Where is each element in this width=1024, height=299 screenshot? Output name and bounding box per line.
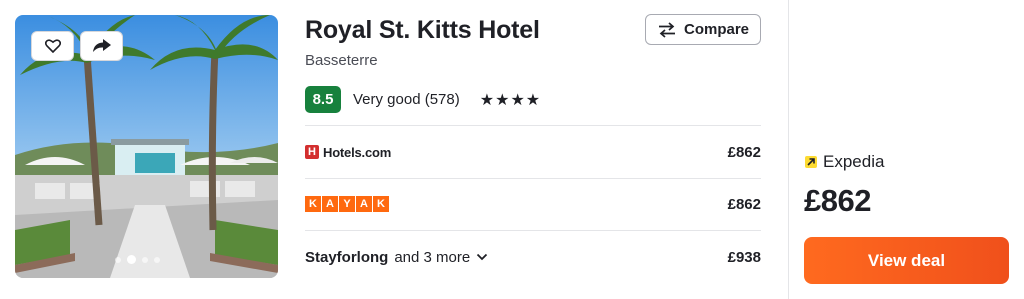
photo-carousel-dots[interactable] — [115, 255, 160, 264]
carousel-dot[interactable] — [115, 256, 121, 263]
review-score-badge: 8.5 — [305, 86, 341, 113]
divider — [305, 125, 761, 126]
hotels-com-icon: H — [305, 145, 319, 159]
view-deal-button[interactable]: View deal — [804, 237, 1009, 284]
hotel-location: Basseterre — [305, 52, 378, 69]
review-score-label: Very good (578) — [353, 91, 460, 108]
offer-provider: Stayforlong — [305, 248, 389, 266]
hotel-photo[interactable] — [15, 15, 278, 278]
offer-provider: Hotels.com — [323, 144, 392, 160]
offer-price: £862 — [727, 195, 761, 213]
kayak-logo: K A Y A K — [305, 196, 389, 212]
kayak-logo-letter: Y — [339, 196, 355, 212]
carousel-dot[interactable] — [154, 256, 160, 263]
offer-row-hotels-com[interactable]: H Hotels.com £862 — [305, 137, 761, 167]
expedia-arrow-icon — [807, 158, 815, 166]
kayak-logo-letter: A — [322, 196, 338, 212]
kayak-logo-letter: A — [356, 196, 372, 212]
chevron-down-icon — [477, 253, 488, 261]
rating-row: 8.5 Very good (578) ★★★★ — [305, 86, 541, 113]
divider — [305, 230, 761, 231]
favorite-button[interactable] — [31, 31, 74, 61]
kayak-logo-letter: K — [373, 196, 389, 212]
best-deal-price: £862 — [804, 183, 871, 218]
compare-arrows-icon — [658, 21, 675, 38]
expedia-icon — [805, 156, 817, 168]
offer-row-kayak[interactable]: K A Y A K £862 — [305, 189, 761, 219]
panel-divider — [788, 0, 789, 299]
kayak-logo-letter: K — [305, 196, 321, 212]
heart-icon — [44, 39, 61, 53]
best-deal-provider: Expedia — [805, 152, 884, 172]
share-icon — [92, 39, 111, 52]
carousel-dot-active[interactable] — [127, 255, 136, 264]
offer-price: £862 — [727, 143, 761, 161]
offer-price: £938 — [727, 248, 761, 266]
compare-button[interactable]: Compare — [645, 14, 761, 45]
deal-provider-name: Expedia — [823, 152, 885, 171]
star-rating: ★★★★ — [479, 91, 542, 109]
divider — [305, 178, 761, 179]
hotel-result-card[interactable]: Royal St. Kitts Hotel Basseterre 8.5 Ver… — [0, 0, 1024, 299]
hotels-com-logo: H Hotels.com — [305, 145, 391, 160]
hotel-name[interactable]: Royal St. Kitts Hotel — [305, 16, 540, 45]
compare-label: Compare — [683, 21, 750, 38]
carousel-dot[interactable] — [142, 256, 148, 263]
share-button[interactable] — [80, 31, 123, 61]
more-offers-toggle[interactable]: Stayforlong and 3 more — [305, 249, 488, 266]
offer-row-more[interactable]: Stayforlong and 3 more £938 — [305, 242, 761, 272]
more-offers-label: and 3 more — [394, 248, 471, 266]
